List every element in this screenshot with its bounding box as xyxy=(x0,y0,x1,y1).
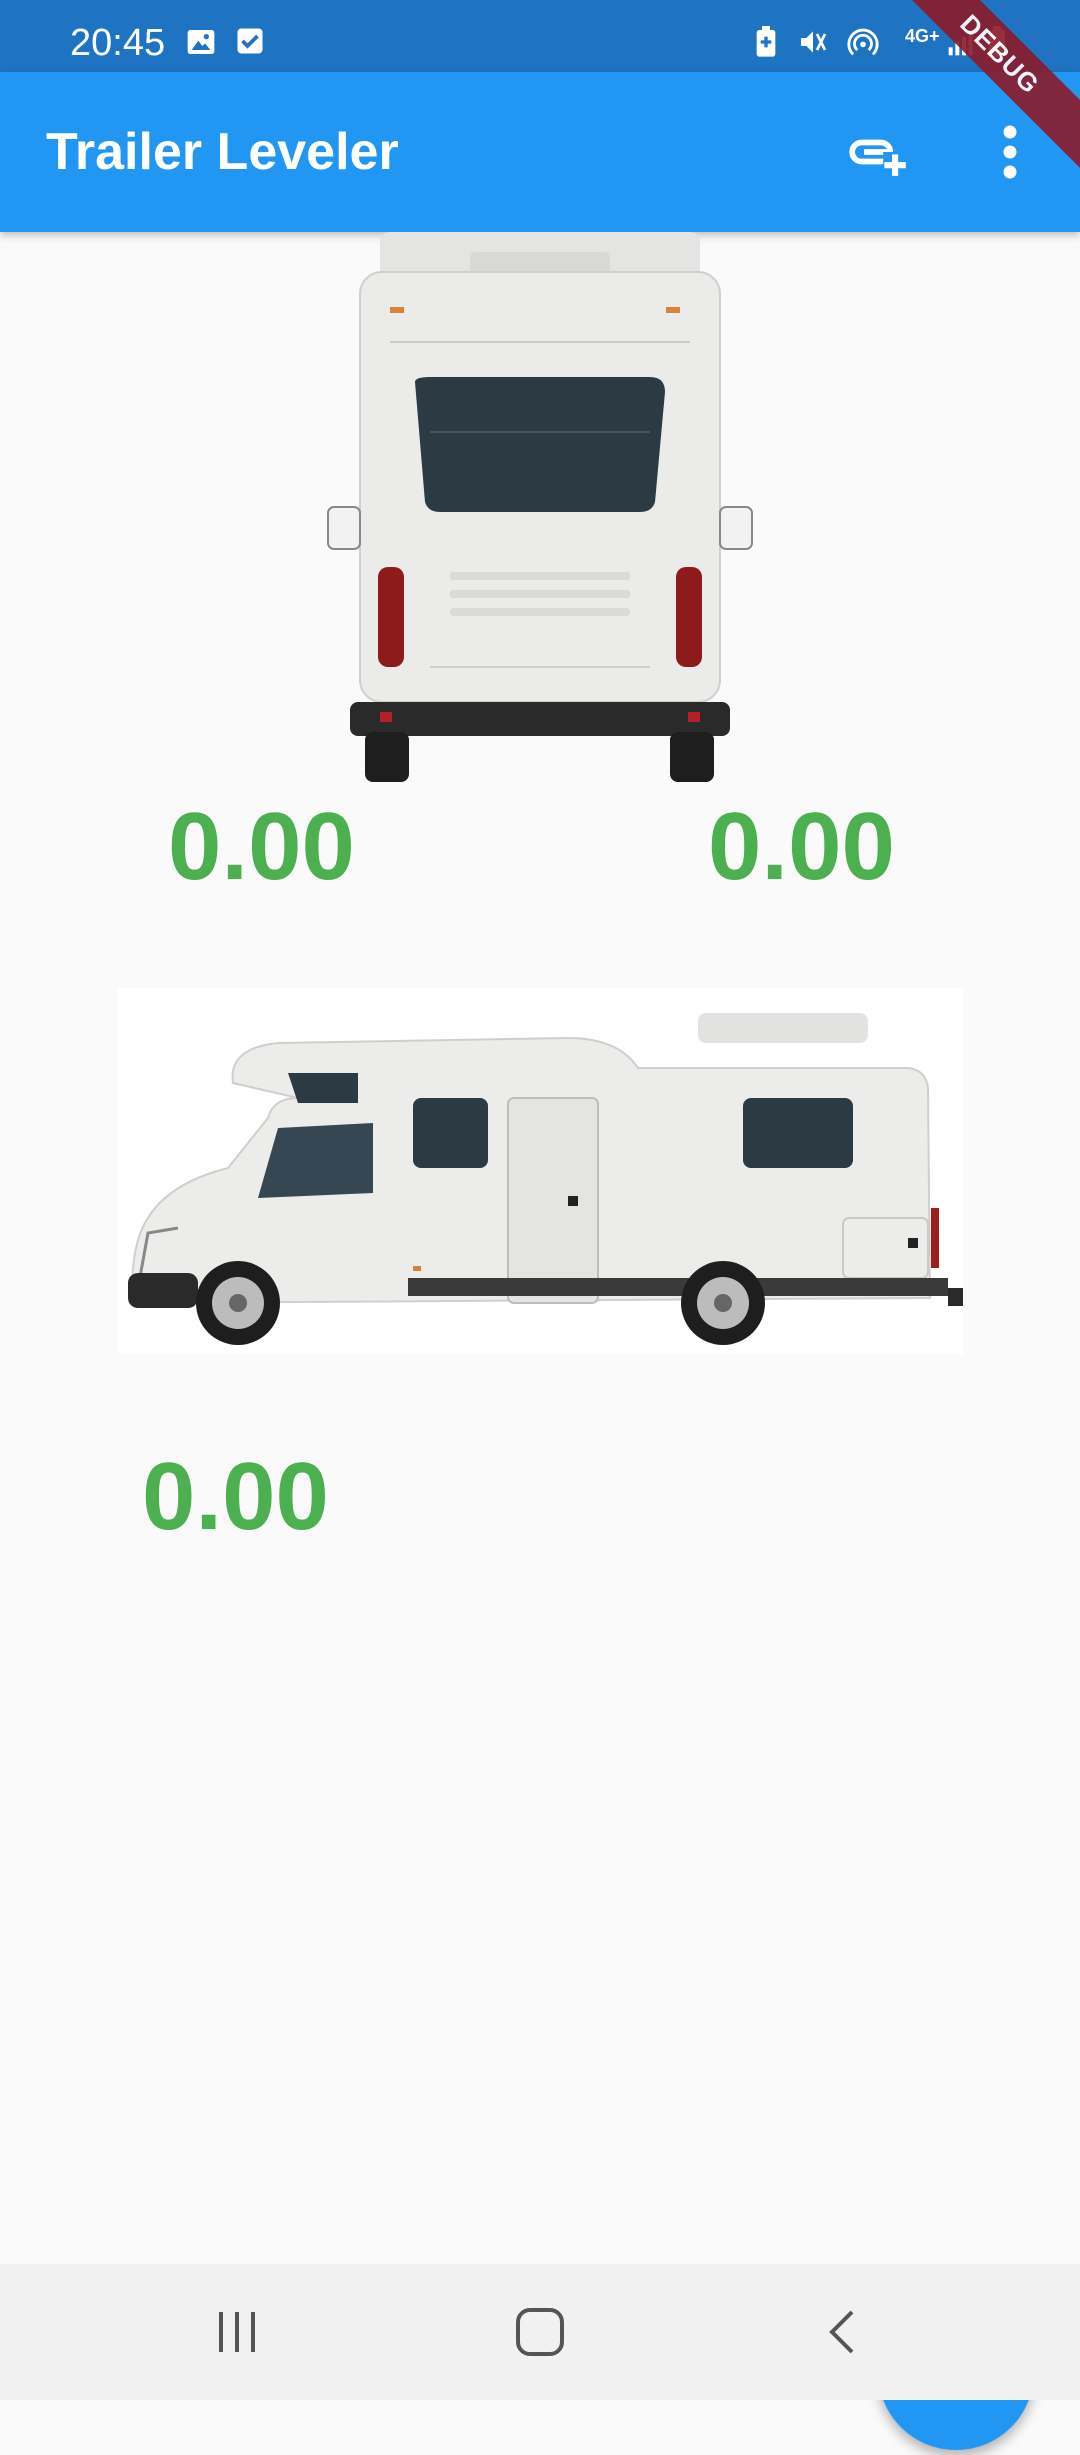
more-vert-icon[interactable] xyxy=(996,122,1024,182)
checkbox-icon xyxy=(237,28,263,54)
home-icon[interactable] xyxy=(512,2304,568,2360)
battery-saver-icon xyxy=(756,26,776,57)
recent-apps-icon[interactable] xyxy=(215,2304,259,2360)
rear-right-level-value: 0.00 xyxy=(708,793,895,900)
rear-left-level-value: 0.00 xyxy=(168,793,355,900)
back-icon[interactable] xyxy=(820,2304,864,2360)
page-title: Trailer Leveler xyxy=(46,123,399,181)
app-bar: Trailer Leveler xyxy=(0,72,1080,232)
system-nav-bar xyxy=(0,2264,1080,2400)
level-content: 0.00 0.00 0.00 xyxy=(0,232,1080,2450)
side-level-value: 0.00 xyxy=(142,1443,329,1550)
status-bar: 20:45 4G+ xyxy=(0,0,1080,72)
image-icon xyxy=(187,30,215,54)
add-link-icon[interactable] xyxy=(845,122,907,182)
mute-vibrate-icon xyxy=(801,31,827,53)
hotspot-icon xyxy=(847,28,879,56)
status-time: 20:45 xyxy=(70,22,166,64)
rv-rear-view-image xyxy=(327,232,753,782)
network-label: 4G+ xyxy=(905,26,940,46)
rv-side-view-image xyxy=(118,988,963,1354)
